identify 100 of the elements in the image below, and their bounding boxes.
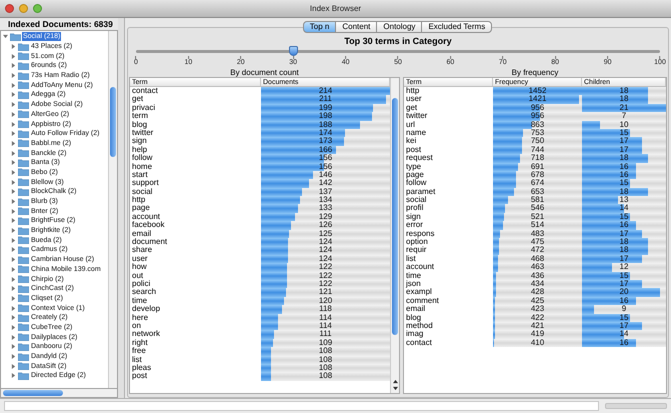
tab[interactable]: Excluded Terms bbox=[421, 21, 492, 33]
table-cell: 214 bbox=[318, 86, 332, 95]
table-cell: 134 bbox=[318, 195, 332, 204]
close-button[interactable] bbox=[5, 4, 14, 13]
scroll-thumb[interactable] bbox=[3, 390, 63, 396]
folder-icon bbox=[18, 314, 29, 322]
table-title: By frequency bbox=[510, 68, 560, 77]
collapsed-triangle-icon[interactable] bbox=[11, 170, 16, 175]
vertical-scrollbar[interactable] bbox=[390, 78, 399, 393]
vertical-scrollbar[interactable] bbox=[108, 31, 117, 388]
table-cell: 129 bbox=[318, 212, 332, 221]
collapsed-triangle-icon[interactable] bbox=[11, 140, 16, 146]
collapsed-triangle-icon[interactable] bbox=[11, 354, 16, 360]
collapsed-triangle-icon[interactable] bbox=[11, 131, 16, 136]
table-cell: 1452 bbox=[528, 86, 546, 95]
folder-icon bbox=[18, 120, 29, 128]
table-cell-text: method bbox=[405, 322, 434, 330]
collapsed-triangle-icon[interactable] bbox=[11, 54, 16, 59]
collapsed-triangle-icon[interactable] bbox=[11, 286, 16, 292]
folder-icon bbox=[10, 32, 21, 41]
table-cell: 423 bbox=[530, 304, 544, 314]
collapsed-triangle-icon[interactable] bbox=[11, 82, 16, 88]
table-cell: 109 bbox=[318, 338, 332, 347]
folder-icon bbox=[18, 62, 29, 70]
table-cell-text: url bbox=[405, 120, 416, 129]
collapsed-triangle-icon[interactable] bbox=[11, 44, 16, 50]
collapsed-triangle-icon[interactable] bbox=[11, 334, 16, 340]
collapsed-triangle-icon[interactable] bbox=[11, 150, 16, 156]
sidebar-header: Indexed Documents: 6839 bbox=[7, 18, 114, 30]
table-cell: 425 bbox=[530, 296, 544, 305]
collapsed-triangle-icon[interactable] bbox=[11, 296, 16, 301]
collapsed-triangle-icon[interactable] bbox=[11, 228, 16, 234]
collapsed-triangle-icon[interactable] bbox=[11, 315, 16, 320]
collapsed-triangle-icon[interactable] bbox=[11, 276, 16, 282]
table-cell: 475 bbox=[530, 237, 544, 246]
table-cell: 546 bbox=[530, 203, 544, 212]
table-cell: 691 bbox=[530, 162, 544, 171]
progress-indicator bbox=[605, 403, 667, 409]
table-cell: 173 bbox=[318, 136, 332, 146]
folder-icon bbox=[18, 226, 29, 235]
tab[interactable]: Ontology bbox=[376, 21, 422, 33]
scroll-thumb[interactable] bbox=[392, 98, 398, 335]
table-cell: 581 bbox=[530, 195, 544, 204]
table-cell-text: social bbox=[405, 196, 426, 204]
table-cell-text: blog bbox=[405, 314, 422, 322]
table-cell: 436 bbox=[530, 270, 544, 280]
table-cell: 20 bbox=[620, 287, 628, 296]
table-cell-text: time bbox=[131, 296, 148, 305]
collapsed-triangle-icon[interactable] bbox=[11, 218, 16, 224]
folder-icon bbox=[18, 323, 29, 332]
table-cell: 718 bbox=[530, 153, 544, 162]
table-cell: 483 bbox=[530, 228, 544, 238]
collapsed-triangle-icon[interactable] bbox=[11, 73, 16, 78]
collapsed-triangle-icon[interactable] bbox=[11, 344, 16, 350]
table-title: By document count bbox=[229, 68, 300, 77]
tab[interactable]: Top n bbox=[302, 21, 336, 33]
table-cell-text: document bbox=[131, 238, 168, 246]
collapsed-triangle-icon[interactable] bbox=[11, 160, 16, 166]
collapsed-triangle-icon[interactable] bbox=[11, 102, 16, 108]
table-cell: 121 bbox=[318, 287, 332, 296]
zoom-button[interactable] bbox=[33, 4, 42, 13]
table-cell: 17 bbox=[620, 144, 628, 154]
scroll-up-arrow-icon[interactable] bbox=[392, 379, 398, 384]
table-cell: 14 bbox=[620, 329, 628, 338]
table-cell: 421 bbox=[530, 320, 544, 330]
tab[interactable]: Content bbox=[335, 21, 378, 33]
table-cell: 174 bbox=[318, 128, 332, 137]
table-cell: 463 bbox=[530, 262, 544, 272]
collapsed-triangle-icon[interactable] bbox=[11, 208, 16, 214]
collapsed-triangle-icon[interactable] bbox=[11, 92, 16, 98]
collapsed-triangle-icon[interactable] bbox=[11, 112, 16, 117]
table-cell: 137 bbox=[318, 186, 332, 196]
scroll-down-arrow-icon[interactable] bbox=[392, 386, 398, 391]
table-cell: 188 bbox=[318, 120, 332, 129]
collapsed-triangle-icon[interactable] bbox=[11, 266, 16, 272]
collapsed-triangle-icon[interactable] bbox=[11, 63, 16, 68]
table-cell: 18 bbox=[620, 237, 628, 246]
folder-icon bbox=[18, 149, 29, 158]
collapsed-triangle-icon[interactable] bbox=[11, 189, 16, 194]
scroll-thumb[interactable] bbox=[110, 87, 116, 157]
table-cell-text: user bbox=[405, 95, 423, 104]
collapsed-triangle-icon[interactable] bbox=[11, 199, 16, 204]
collapsed-triangle-icon[interactable] bbox=[11, 306, 16, 311]
collapsed-triangle-icon[interactable] bbox=[11, 373, 16, 378]
collapsed-triangle-icon[interactable] bbox=[11, 364, 16, 369]
collapsed-triangle-icon[interactable] bbox=[11, 247, 16, 252]
table-cell-text: request bbox=[405, 154, 434, 163]
collapsed-triangle-icon[interactable] bbox=[11, 180, 16, 185]
collapsed-triangle-icon[interactable] bbox=[11, 238, 16, 243]
table-cell: 108 bbox=[318, 354, 332, 364]
collapsed-triangle-icon[interactable] bbox=[11, 257, 16, 262]
collapsed-triangle-icon[interactable] bbox=[11, 122, 16, 127]
table-cell-text: social bbox=[131, 188, 152, 196]
folder-icon bbox=[18, 198, 29, 206]
table-cell: 428 bbox=[530, 287, 544, 296]
slider-thumb[interactable] bbox=[288, 46, 298, 56]
expanded-triangle-icon[interactable] bbox=[3, 34, 8, 40]
horizontal-scrollbar[interactable] bbox=[0, 389, 118, 398]
collapsed-triangle-icon[interactable] bbox=[11, 324, 16, 330]
table-cell: 198 bbox=[318, 111, 332, 120]
